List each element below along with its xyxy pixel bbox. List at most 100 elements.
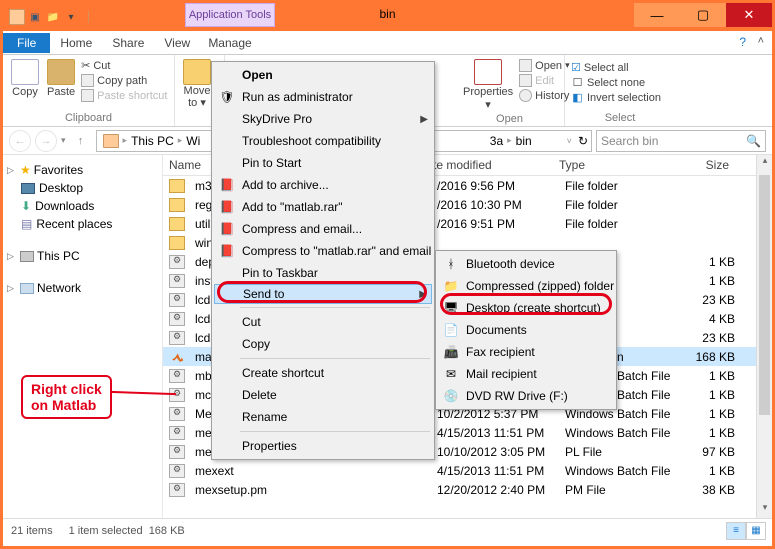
tab-share[interactable]: Share [102, 33, 154, 53]
file-icon [169, 407, 185, 421]
context-menu-item[interactable]: Open [214, 64, 432, 86]
file-icon [169, 369, 185, 383]
col-size[interactable]: Size [679, 158, 739, 172]
file-row[interactable]: mexext4/15/2013 11:51 PMWindows Batch Fi… [163, 461, 772, 480]
col-type[interactable]: Type [559, 158, 679, 172]
close-button[interactable]: ✕ [726, 3, 772, 27]
cut-button[interactable]: ✂Cut [81, 59, 167, 72]
star-icon: ★ [20, 163, 31, 177]
context-menu-item[interactable]: Delete [214, 384, 432, 406]
nav-desktop[interactable]: Desktop [7, 179, 158, 197]
qat-newfolder-icon[interactable]: 📁 [45, 9, 61, 25]
file-icon [169, 464, 185, 478]
move-to-button[interactable]: Moveto ▾ [181, 57, 213, 111]
copy-path-icon [81, 74, 94, 87]
qat: ▣ 📁 ▾ │ [3, 9, 97, 25]
nav-forward-button[interactable]: → [35, 130, 57, 152]
maximize-button[interactable]: ▢ [680, 3, 726, 27]
search-input[interactable]: Search bin 🔍 [596, 130, 766, 152]
context-menu-item[interactable]: Pin to Taskbar [214, 262, 432, 284]
paste-button[interactable]: Paste [45, 57, 77, 100]
app-tools-tab[interactable]: Application Tools [185, 3, 275, 27]
context-menu-item[interactable]: Cut [214, 311, 432, 333]
sendto-item[interactable]: 📁Compressed (zipped) folder [438, 275, 614, 297]
ribbon-collapse-icon[interactable]: ˄ [758, 35, 764, 47]
paste-shortcut-icon [81, 89, 94, 102]
select-none-button[interactable]: ☐Select none [571, 76, 669, 89]
crumb-3a[interactable]: 3a [487, 134, 506, 148]
col-date[interactable]: te modified [431, 158, 559, 172]
properties-button[interactable]: Properties▾ [461, 57, 515, 113]
minimize-button[interactable]: — [634, 3, 680, 27]
folder-icon [169, 236, 185, 250]
sendto-item[interactable]: ✉Mail recipient [438, 363, 614, 385]
context-menu-item[interactable]: Copy [214, 333, 432, 355]
context-menu-item[interactable]: 📕Add to archive... [214, 174, 432, 196]
scroll-up-icon[interactable]: ▴ [757, 155, 773, 171]
app-icon [169, 350, 185, 364]
search-placeholder: Search bin [601, 134, 658, 148]
history-icon [519, 89, 532, 102]
open-button[interactable]: Open▾ [519, 59, 569, 72]
view-icons-button[interactable]: ▦ [746, 522, 766, 540]
scroll-down-icon[interactable]: ▾ [757, 502, 773, 518]
sendto-item[interactable]: 📄Documents [438, 319, 614, 341]
nav-network[interactable]: ▷Network [7, 279, 158, 297]
nav-up-button[interactable]: ↑ [70, 130, 92, 152]
nav-recent[interactable]: ▤Recent places [7, 215, 158, 233]
thispc-icon [20, 251, 34, 262]
copy-path-button[interactable]: Copy path [81, 74, 167, 87]
nav-back-button[interactable]: ← [9, 130, 31, 152]
context-menu-item[interactable]: Send to▶ [214, 284, 432, 304]
sendto-item[interactable]: 🖥Desktop (create shortcut) [438, 297, 614, 319]
nav-thispc[interactable]: ▷This PC [7, 247, 158, 265]
context-menu-item[interactable]: 📕Compress and email... [214, 218, 432, 240]
scrollbar-thumb[interactable] [759, 175, 770, 415]
refresh-icon[interactable]: ↻ [578, 134, 588, 148]
tab-file[interactable]: File [3, 33, 50, 53]
nav-downloads[interactable]: ⬇Downloads [7, 197, 158, 215]
crumb-thispc[interactable]: This PC [128, 134, 177, 148]
tab-manage[interactable]: Manage [185, 36, 275, 50]
sendto-submenu: ᚼBluetooth device📁Compressed (zipped) fo… [435, 250, 617, 410]
sendto-item[interactable]: 📠Fax recipient [438, 341, 614, 363]
context-menu-item[interactable]: Pin to Start [214, 152, 432, 174]
callout-label: Right clickon Matlab [21, 375, 112, 419]
qat-dropdown-icon[interactable]: ▾ [63, 9, 79, 25]
scrollbar[interactable]: ▴ ▾ [756, 155, 772, 518]
qat-props-icon[interactable]: ▣ [27, 9, 43, 25]
menu-item-icon: 📠 [442, 345, 460, 359]
copy-button[interactable]: Copy [9, 57, 41, 100]
crumb-drive[interactable]: Wi [183, 134, 203, 148]
addr-dropdown-icon[interactable]: ˅ [567, 136, 572, 146]
context-menu-item[interactable]: Rename [214, 406, 432, 428]
downloads-icon: ⬇ [21, 199, 31, 213]
menu-item-icon: ᚼ [442, 257, 460, 271]
context-menu-item[interactable]: SkyDrive Pro▶ [214, 108, 432, 130]
select-all-button[interactable]: Select all [571, 61, 669, 74]
context-menu-item[interactable]: Troubleshoot compatibility [214, 130, 432, 152]
context-menu-item[interactable]: 📕Compress to "matlab.rar" and email [214, 240, 432, 262]
submenu-arrow-icon: ▶ [420, 114, 428, 125]
view-details-button[interactable]: ≡ [726, 522, 746, 540]
invert-selection-button[interactable]: ◧Invert selection [571, 91, 669, 104]
file-icon [169, 293, 185, 307]
search-icon: 🔍 [746, 134, 761, 148]
sendto-item[interactable]: ᚼBluetooth device [438, 253, 614, 275]
crumb-bin[interactable]: bin [513, 134, 535, 148]
edit-icon [519, 74, 532, 87]
nav-history-dropdown[interactable]: ▾ [61, 135, 66, 146]
menu-item-icon: 💿 [442, 389, 460, 403]
context-menu-item[interactable]: Properties [214, 435, 432, 457]
menu-item-icon: 📕 [218, 200, 236, 214]
context-menu-item[interactable]: 🛡Run as administrator [214, 86, 432, 108]
context-menu-item[interactable]: 📕Add to "matlab.rar" [214, 196, 432, 218]
help-icon[interactable]: ? [739, 35, 746, 49]
window-controls: — ▢ ✕ [634, 3, 772, 27]
context-menu-item[interactable]: Create shortcut [214, 362, 432, 384]
history-button[interactable]: History [519, 89, 569, 102]
nav-favorites[interactable]: ▷★Favorites [7, 161, 158, 179]
file-row[interactable]: mexsetup.pm12/20/2012 2:40 PMPM File38 K… [163, 480, 772, 499]
sendto-item[interactable]: 💿DVD RW Drive (F:) [438, 385, 614, 407]
tab-home[interactable]: Home [50, 33, 102, 53]
